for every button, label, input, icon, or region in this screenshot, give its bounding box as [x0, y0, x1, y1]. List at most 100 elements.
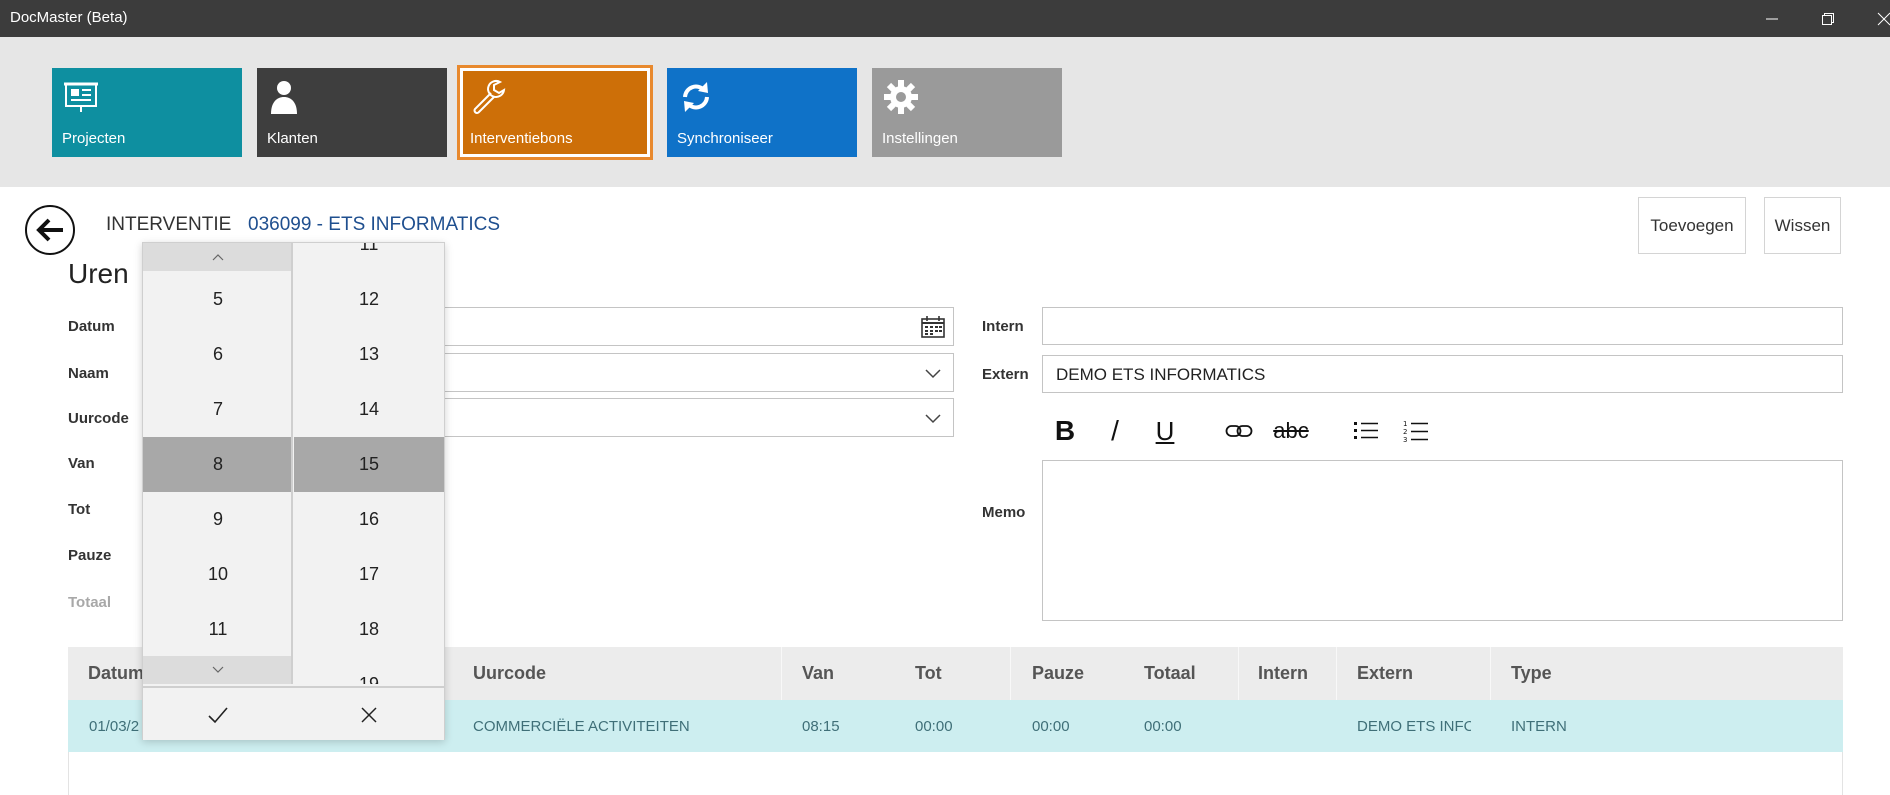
tile-synchroniseer[interactable]: Synchroniseer [667, 68, 857, 157]
section-title: Uren [68, 258, 129, 289]
column-header-intern[interactable]: Intern [1258, 663, 1308, 684]
chevron-down-icon [925, 369, 941, 379]
naam-select[interactable] [420, 353, 954, 392]
chevron-down-icon [925, 414, 941, 424]
hour-option[interactable]: 9 [143, 492, 291, 547]
wrench-icon [473, 79, 506, 114]
pauze-label: Pauze [68, 547, 112, 564]
intervention-reference: 036099 - ETS INFORMATICS [248, 214, 500, 235]
cell-type: INTERN [1511, 718, 1567, 735]
column-header-extern[interactable]: Extern [1357, 663, 1413, 684]
restore-button[interactable] [1800, 0, 1856, 37]
chevron-down-icon [212, 666, 224, 673]
hour-option[interactable]: 11 [143, 602, 291, 657]
hour-scroll-down[interactable] [143, 656, 291, 684]
numbered-list-icon: 123 [1403, 420, 1428, 443]
column-header-pauze[interactable]: Pauze [1032, 663, 1084, 684]
column-header-uurcode[interactable]: Uurcode [473, 663, 546, 684]
minute-column[interactable]: 11 12 13 14 15 16 17 18 19 [294, 243, 444, 684]
page-label: INTERVENTIE [106, 214, 232, 235]
clear-button[interactable]: Wissen [1764, 197, 1841, 254]
tile-projecten[interactable]: Projecten [52, 68, 242, 157]
hour-option-selected[interactable]: 8 [143, 437, 291, 492]
column-header-type[interactable]: Type [1511, 663, 1552, 684]
minute-option[interactable]: 19 [294, 657, 444, 684]
uurcode-select[interactable] [420, 398, 954, 437]
underline-button[interactable]: U [1152, 410, 1178, 452]
tile-instellingen[interactable]: Instellingen [872, 68, 1062, 157]
back-button[interactable] [25, 205, 75, 255]
arrow-left-icon [36, 218, 63, 242]
minute-option[interactable]: 14 [294, 382, 444, 437]
intern-label: Intern [982, 318, 1024, 335]
link-icon [1225, 425, 1253, 437]
cell-extern: DEMO ETS INFOI [1357, 718, 1471, 735]
chevron-up-icon [212, 254, 224, 261]
sync-icon [683, 82, 709, 112]
column-header-tot[interactable]: Tot [915, 663, 942, 684]
dismiss-button[interactable] [294, 688, 444, 742]
bold-button[interactable]: B [1052, 410, 1078, 452]
column-header-van[interactable]: Van [802, 663, 834, 684]
gear-icon [884, 80, 918, 114]
memo-label: Memo [982, 504, 1026, 521]
svg-text:2: 2 [1403, 428, 1407, 436]
uurcode-label: Uurcode [68, 410, 129, 427]
tile-interventiebons[interactable]: Interventiebons [457, 65, 653, 160]
time-picker-flyout: 5 6 7 8 9 10 11 11 12 13 14 15 16 17 18 … [142, 242, 445, 740]
picker-footer [143, 686, 444, 740]
hour-option[interactable]: 7 [143, 382, 291, 437]
app-title: DocMaster (Beta) [10, 9, 128, 26]
cell-van: 08:15 [802, 718, 840, 735]
strikethrough-button[interactable]: abc [1268, 410, 1314, 452]
memo-editor[interactable] [1042, 460, 1843, 621]
tile-label: Klanten [267, 130, 318, 147]
calendar-icon[interactable] [921, 316, 945, 338]
numbered-list-button[interactable]: 123 [1402, 410, 1430, 452]
minute-option[interactable]: 18 [294, 602, 444, 657]
extern-field[interactable]: DEMO ETS INFORMATICS [1042, 355, 1843, 393]
svg-text:1: 1 [1403, 420, 1407, 428]
cell-pauze: 00:00 [1032, 718, 1070, 735]
cell-datum: 01/03/2 [89, 718, 140, 735]
bullet-list-icon [1354, 422, 1378, 439]
minute-option[interactable]: 12 [294, 272, 444, 327]
extern-value: DEMO ETS INFORMATICS [1056, 365, 1266, 384]
italic-button[interactable]: / [1104, 410, 1126, 452]
van-label: Van [68, 455, 95, 472]
close-button[interactable] [1856, 0, 1890, 37]
tile-label: Synchroniseer [677, 130, 773, 147]
tile-label: Projecten [62, 130, 126, 147]
minute-option[interactable]: 11 [294, 243, 444, 272]
column-header-datum[interactable]: Datum [88, 663, 144, 684]
accept-button[interactable] [143, 688, 293, 742]
add-button[interactable]: Toevoegen [1638, 197, 1746, 254]
hour-option[interactable]: 10 [143, 547, 291, 602]
tile-navigation: Projecten Klanten Interventiebons Synchr… [0, 37, 1890, 187]
minimize-button[interactable] [1744, 0, 1800, 37]
tot-label: Tot [68, 501, 91, 518]
totaal-label: Totaal [68, 594, 112, 611]
minute-option[interactable]: 13 [294, 327, 444, 382]
tile-klanten[interactable]: Klanten [257, 68, 447, 157]
datum-field[interactable] [420, 307, 954, 346]
title-bar: DocMaster (Beta) [0, 0, 1890, 37]
svg-text:3: 3 [1403, 436, 1407, 443]
hour-option[interactable]: 5 [143, 272, 291, 327]
bullet-list-button[interactable] [1352, 410, 1380, 452]
minimize-icon [1766, 18, 1778, 19]
cell-uurcode: COMMERCIËLE ACTIVITEITEN [473, 718, 690, 735]
presentation-icon [64, 82, 98, 112]
minute-option[interactable]: 17 [294, 547, 444, 602]
link-button[interactable] [1224, 410, 1254, 452]
column-header-totaal[interactable]: Totaal [1144, 663, 1196, 684]
hour-scroll-up[interactable] [143, 243, 291, 271]
datum-label: Datum [68, 318, 115, 335]
hour-option[interactable]: 6 [143, 327, 291, 382]
minute-option[interactable]: 16 [294, 492, 444, 547]
intern-field[interactable] [1042, 307, 1843, 345]
cell-totaal: 00:00 [1144, 718, 1182, 735]
extern-label: Extern [982, 366, 1029, 383]
hour-column[interactable]: 5 6 7 8 9 10 11 [143, 243, 293, 684]
minute-option-selected[interactable]: 15 [294, 437, 444, 492]
